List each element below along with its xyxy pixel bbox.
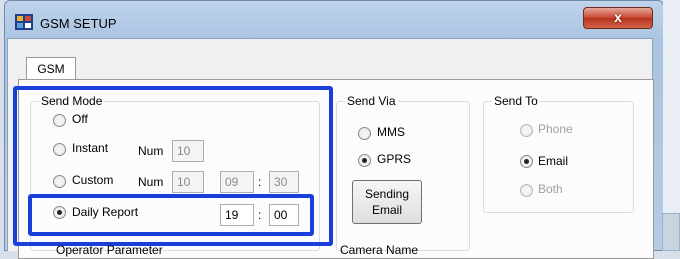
tab-gsm[interactable]: GSM <box>26 57 76 79</box>
sending-email-line1: Sending <box>364 187 410 201</box>
radio-phone[interactable] <box>520 124 533 137</box>
scrollbar-thumb[interactable] <box>662 213 680 251</box>
send-via-group: Send Via <box>336 94 470 251</box>
sending-email-line2: Email <box>371 203 402 217</box>
radio-gprs[interactable] <box>358 154 371 167</box>
radio-mms[interactable] <box>358 127 371 140</box>
camera-name-label: Camera Name <box>340 243 419 257</box>
close-button[interactable]: x <box>583 7 653 29</box>
close-icon: x <box>614 9 622 25</box>
sending-email-button[interactable]: Sending Email <box>352 180 422 224</box>
radio-phone-label: Phone <box>538 122 573 136</box>
radio-both[interactable] <box>520 184 533 197</box>
radio-gprs-label: GPRS <box>377 152 412 166</box>
tab-gsm-label: GSM <box>37 62 65 76</box>
window-title: GSM SETUP <box>40 16 117 31</box>
send-via-label: Send Via <box>345 94 398 108</box>
send-to-label: Send To <box>492 94 540 108</box>
highlight-box-daily-report <box>28 194 314 236</box>
radio-both-label: Both <box>538 182 563 196</box>
radio-email[interactable] <box>520 155 533 168</box>
app-icon <box>15 14 33 30</box>
operator-parameter-label: Operator Parameter <box>56 243 163 257</box>
radio-mms-label: MMS <box>377 125 405 139</box>
title-bar[interactable]: GSM SETUP x <box>5 1 663 37</box>
radio-email-label: Email <box>538 154 569 168</box>
